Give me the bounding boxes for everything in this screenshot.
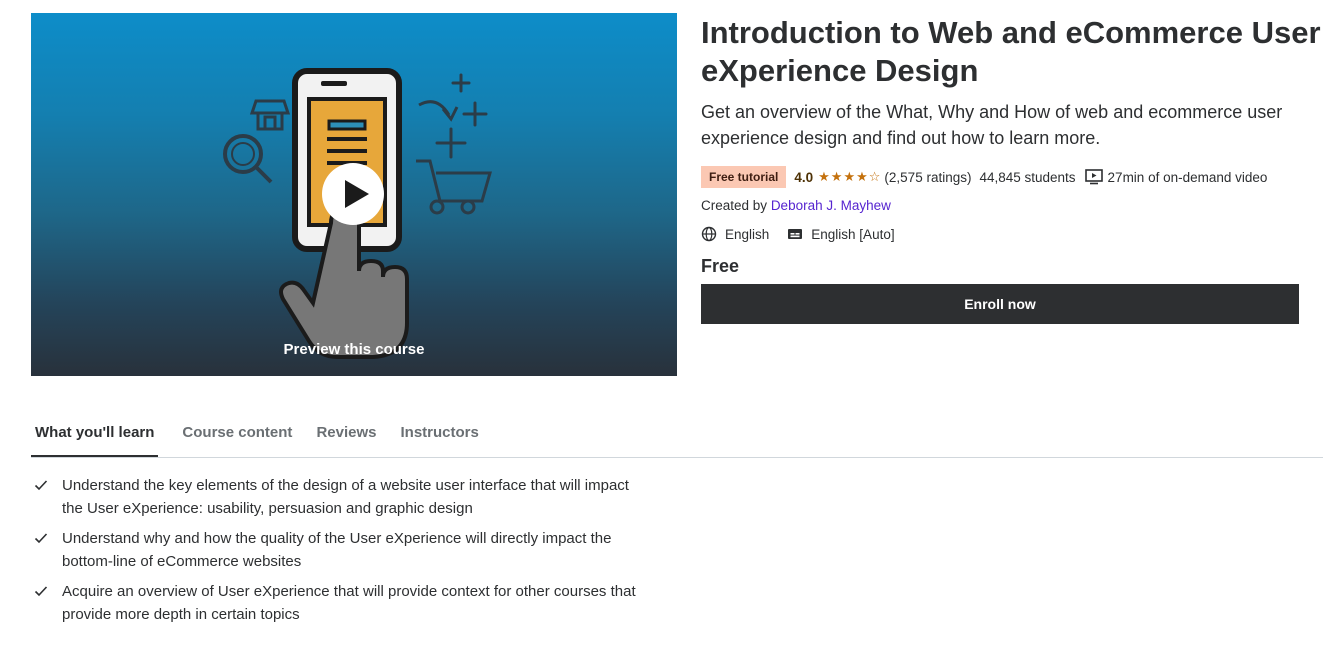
star-icon: ★: [818, 169, 830, 184]
free-tutorial-badge: Free tutorial: [701, 166, 787, 188]
language: English: [701, 226, 769, 242]
language-row: English English [Auto]: [701, 226, 913, 242]
preview-course-label[interactable]: Preview this course: [31, 341, 677, 358]
course-title: Introduction to Web and eCommerce User e…: [701, 15, 1321, 88]
captions-icon: [788, 229, 803, 239]
captions: English [Auto]: [787, 226, 895, 242]
course-tabs: What you'll learn Course content Reviews…: [31, 414, 1323, 458]
rating-value: 4.0: [794, 169, 814, 185]
created-by-label: Created by: [701, 198, 768, 213]
created-by: Created by Deborah J. Mayhew: [701, 198, 891, 213]
language-label: English: [725, 226, 770, 242]
star-icon: ★: [856, 169, 868, 184]
star-empty-icon: ☆: [868, 169, 881, 184]
tab-instructors[interactable]: Instructors: [396, 414, 490, 455]
play-icon: [322, 163, 384, 225]
captions-label: English [Auto]: [811, 226, 895, 242]
tab-what-youll-learn[interactable]: What you'll learn: [31, 414, 159, 457]
list-item: Understand the key elements of the desig…: [31, 474, 651, 520]
list-item: Understand why and how the quality of th…: [31, 527, 651, 573]
video-duration: 27min of on-demand video: [1107, 169, 1268, 185]
instructor-link[interactable]: Deborah J. Mayhew: [771, 198, 891, 213]
course-price: Free: [701, 256, 740, 276]
learning-objectives: Understand the key elements of the desig…: [31, 474, 651, 633]
students-count: 44,845 students: [979, 169, 1076, 185]
tab-reviews[interactable]: Reviews: [312, 414, 388, 455]
video-icon: [1084, 169, 1103, 185]
enroll-button[interactable]: Enroll now: [701, 284, 1299, 324]
course-meta: Free tutorial 4.0 ★ ★ ★ ★ ☆ (2,575 ratin…: [701, 166, 1267, 188]
rating-stars: ★ ★ ★ ★ ☆: [818, 169, 880, 185]
ratings-count[interactable]: (2,575 ratings): [884, 170, 971, 185]
course-preview[interactable]: Preview this course: [31, 13, 677, 376]
objective-text: Understand the key elements of the desig…: [62, 477, 629, 517]
magnifier-icon: [223, 134, 273, 184]
objective-text: Acquire an overview of User eXperience t…: [62, 583, 636, 623]
check-icon: [31, 580, 62, 626]
course-illustration: [223, 68, 492, 359]
tab-course-content[interactable]: Course content: [178, 414, 304, 455]
objective-text: Understand why and how the quality of th…: [62, 530, 612, 570]
check-icon: [31, 527, 62, 573]
globe-icon: [701, 226, 717, 242]
course-subtitle: Get an overview of the What, Why and How…: [701, 102, 1283, 148]
check-icon: [31, 474, 62, 520]
cart-icon: [416, 159, 492, 215]
star-icon: ★: [843, 169, 856, 184]
store-icon: [249, 99, 291, 131]
star-icon: ★: [830, 169, 843, 184]
list-item: Acquire an overview of User eXperience t…: [31, 580, 651, 626]
